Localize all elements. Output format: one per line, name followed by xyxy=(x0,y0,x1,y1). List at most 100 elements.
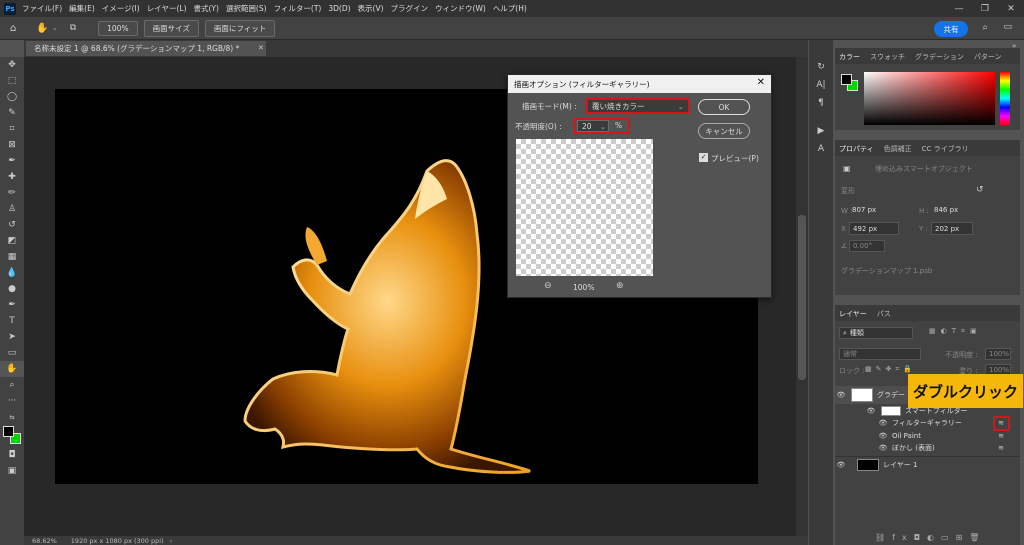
fit-screen-button[interactable]: 画面サイズ xyxy=(143,19,199,37)
marquee-tool-icon[interactable]: ⬚ xyxy=(0,73,24,89)
tab-layers[interactable]: レイヤー xyxy=(839,309,867,318)
filter-name[interactable]: フィルターギャラリー xyxy=(892,418,962,428)
quick-select-tool-icon[interactable]: ✎ xyxy=(0,105,24,121)
preview-checkbox[interactable]: ✓ xyxy=(699,153,708,162)
menu-view[interactable]: 表示(V) xyxy=(358,3,384,14)
pen-tool-icon[interactable]: ✒ xyxy=(0,297,24,313)
y-field[interactable]: 202 px xyxy=(931,222,973,235)
menu-file[interactable]: ファイル(F) xyxy=(22,3,62,14)
home-icon[interactable]: ⌂ xyxy=(10,23,16,34)
menu-image[interactable]: イメージ(I) xyxy=(102,3,140,14)
move-tool-icon[interactable]: ✥ xyxy=(0,57,24,73)
hue-slider[interactable] xyxy=(1000,72,1010,125)
fg-color-chip[interactable] xyxy=(841,74,852,85)
opacity-input[interactable]: 20 ⌄ xyxy=(577,120,609,132)
preview-label[interactable]: プレビュー(P) xyxy=(711,153,759,164)
zoom-in-icon[interactable]: ⊕ xyxy=(616,281,624,291)
minimize-icon[interactable]: — xyxy=(946,4,972,14)
status-arrow-icon[interactable]: › xyxy=(170,537,173,545)
reset-transform-icon[interactable]: ↺ xyxy=(976,185,984,195)
tab-cc-libraries[interactable]: CC ライブラリ xyxy=(922,144,969,153)
zoom-tool-icon[interactable]: ⌕ xyxy=(0,377,24,393)
eye-icon[interactable]: 👁 xyxy=(865,407,877,415)
tab-paths[interactable]: パス xyxy=(877,309,891,318)
scroll-all-windows-icon[interactable]: ⧉ xyxy=(70,23,76,33)
gradient-tool-icon[interactable]: ▦ xyxy=(0,249,24,265)
blend-mode-select[interactable]: 覆い焼きカラー ⌄ xyxy=(586,98,690,114)
tab-close-icon[interactable]: ✕ xyxy=(258,44,264,52)
menu-edit[interactable]: 編集(E) xyxy=(69,3,95,14)
hand-tool-icon[interactable]: ✋ xyxy=(0,361,24,377)
blur-tool-icon[interactable]: 💧 xyxy=(0,265,24,281)
tab-patterns[interactable]: パターン xyxy=(974,52,1002,61)
workspace-icon[interactable]: ▭ xyxy=(1003,22,1012,32)
width-field[interactable]: 807 px xyxy=(849,204,893,216)
close-icon[interactable]: ✕ xyxy=(998,4,1024,14)
menu-3d[interactable]: 3D(D) xyxy=(328,4,350,13)
lasso-tool-icon[interactable]: ◯ xyxy=(0,89,24,105)
paragraph-icon[interactable]: ¶ xyxy=(809,94,833,112)
menu-type[interactable]: 書式(Y) xyxy=(194,3,219,14)
brush-tool-icon[interactable]: ✏ xyxy=(0,185,24,201)
filter-name[interactable]: ぼかし (表面) xyxy=(892,443,935,453)
layer-name[interactable]: グラデー xyxy=(877,390,905,400)
tab-gradients[interactable]: グラデーション xyxy=(915,52,964,61)
stamp-tool-icon[interactable]: ♙ xyxy=(0,201,24,217)
menu-select[interactable]: 選択範囲(S) xyxy=(226,3,267,14)
frame-tool-icon[interactable]: ⊠ xyxy=(0,137,24,153)
foreground-color-swatch[interactable] xyxy=(3,426,14,437)
more-tools-icon[interactable]: ··· xyxy=(0,393,24,409)
character-styles-icon[interactable]: A xyxy=(809,140,833,158)
share-button[interactable]: 共有 xyxy=(934,21,968,37)
dialog-close-icon[interactable]: ✕ xyxy=(757,77,765,88)
color-field[interactable] xyxy=(864,72,995,125)
angle-field[interactable]: 0.00° xyxy=(849,240,885,252)
eye-icon[interactable]: 👁 xyxy=(877,419,889,427)
zoom-out-icon[interactable]: ⊖ xyxy=(544,281,552,291)
eye-icon[interactable]: 👁 xyxy=(877,432,889,440)
menu-filter[interactable]: フィルター(T) xyxy=(274,3,322,14)
dodge-tool-icon[interactable]: ● xyxy=(0,281,24,297)
history-brush-tool-icon[interactable]: ↺ xyxy=(0,217,24,233)
chevron-down-icon[interactable]: ⌄ xyxy=(52,24,58,32)
preview-area[interactable] xyxy=(516,139,653,276)
ok-button[interactable]: OK xyxy=(698,99,750,115)
foreground-background-swatch[interactable] xyxy=(0,425,24,447)
eyedropper-tool-icon[interactable]: ✒ xyxy=(0,153,24,169)
menu-plugins[interactable]: プラグイン xyxy=(391,3,429,14)
layer-filter-search[interactable]: ⌕ 種類 xyxy=(839,327,913,339)
menu-help[interactable]: ヘルプ(H) xyxy=(493,3,527,14)
eye-icon[interactable]: 👁 xyxy=(835,391,847,399)
filter-blending-options-icon[interactable]: ≋ xyxy=(996,432,1006,440)
screen-mode-icon[interactable]: ▣ xyxy=(0,463,24,479)
hand-tool-icon[interactable]: ✋ xyxy=(36,23,48,34)
layer-name[interactable]: レイヤー 1 xyxy=(883,460,917,470)
layer-row-surface-blur[interactable]: 👁 ぼかし (表面) xyxy=(835,442,1020,454)
x-field[interactable]: 492 px xyxy=(849,222,899,235)
zoom-100-button[interactable]: 100% xyxy=(98,20,138,36)
fill-screen-button[interactable]: 画面にフィット xyxy=(204,19,276,37)
search-icon[interactable]: ⌕ xyxy=(982,22,988,33)
character-icon[interactable]: A| xyxy=(809,76,833,94)
zoom-status[interactable]: 68.62% xyxy=(32,537,57,545)
menu-layer[interactable]: レイヤー(L) xyxy=(147,3,187,14)
actions-icon[interactable]: ▶ xyxy=(809,122,833,140)
healing-brush-tool-icon[interactable]: ✚ xyxy=(0,169,24,185)
tab-color[interactable]: カラー xyxy=(839,52,860,61)
eraser-tool-icon[interactable]: ◩ xyxy=(0,233,24,249)
eye-icon[interactable]: 👁 xyxy=(835,461,847,469)
height-field[interactable]: 846 px xyxy=(931,204,975,216)
maximize-icon[interactable]: ❐ xyxy=(972,4,998,14)
filter-blending-options-icon[interactable]: ≋ xyxy=(996,419,1006,427)
eye-icon[interactable]: 👁 xyxy=(877,444,889,452)
filter-blending-options-icon[interactable]: ≋ xyxy=(996,444,1006,452)
lock-icons[interactable]: ▦✎✥⌗🔒 xyxy=(865,365,916,374)
layer-row-layer-1[interactable]: 👁 レイヤー 1 xyxy=(835,456,1020,472)
menu-window[interactable]: ウィンドウ(W) xyxy=(435,3,486,14)
type-tool-icon[interactable]: T xyxy=(0,313,24,329)
tab-properties[interactable]: プロパティ xyxy=(839,144,874,153)
cancel-button[interactable]: キャンセル xyxy=(698,123,750,139)
swap-colors-icon[interactable]: ⇆ xyxy=(0,409,24,425)
tab-adjustments[interactable]: 色調補正 xyxy=(884,144,912,153)
filter-name[interactable]: Oil Paint xyxy=(892,432,921,440)
